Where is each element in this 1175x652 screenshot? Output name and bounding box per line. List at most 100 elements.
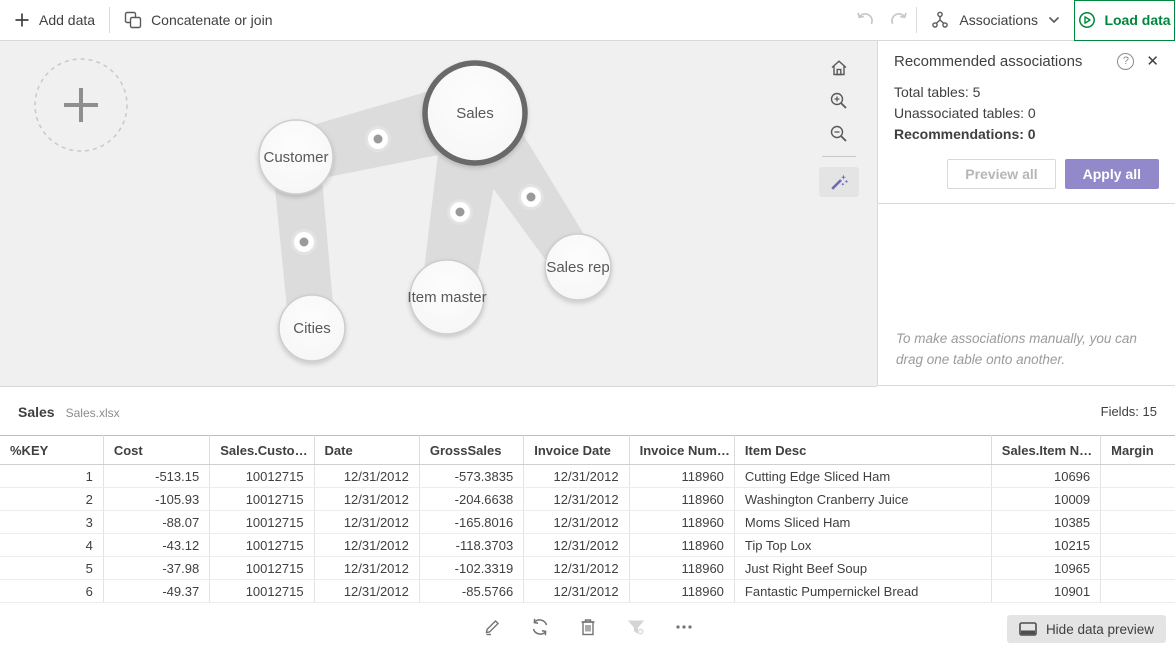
column-header[interactable]: Date [314,436,419,465]
edit-table-button[interactable] [481,616,503,638]
table-cell: 12/31/2012 [524,580,629,603]
table-cell: 12/31/2012 [524,488,629,511]
preview-table-name: Sales [18,404,55,420]
column-header[interactable]: Sales.Custo… [210,436,314,465]
data-preview-section: Sales Sales.xlsx Fields: 15 %KEYCostSale… [0,388,1175,652]
undo-button[interactable] [848,0,882,40]
table-bubble-cities[interactable]: Cities [279,295,345,361]
ellipsis-icon [674,617,694,637]
close-icon[interactable]: ✕ [1146,52,1159,70]
table-cell: 12/31/2012 [524,511,629,534]
table-cell: 10012715 [210,580,314,603]
table-row: 6-49.371001271512/31/2012-85.576612/31/2… [0,580,1175,603]
recommendations-wand-button[interactable] [819,167,859,197]
link-handle [365,126,391,152]
canvas-controls [819,51,859,197]
table-bubble-sales-rep[interactable]: Sales rep [545,234,611,300]
column-header[interactable]: Cost [103,436,209,465]
hide-data-preview-button[interactable]: Hide data preview [1007,615,1166,643]
table-bubble-label: Sales rep [546,259,609,276]
table-cell: 10012715 [210,511,314,534]
column-header[interactable]: GrossSales [419,436,523,465]
clear-filters-button[interactable] [625,616,647,638]
table-bubble-sales[interactable]: Sales [425,63,525,163]
table-cell: 10009 [991,488,1100,511]
table-cell: 12/31/2012 [314,534,419,557]
add-data-button[interactable]: Add data [0,0,109,40]
concatenate-or-join-button[interactable]: Concatenate or join [110,0,286,40]
preview-header: Sales Sales.xlsx Fields: 15 [0,388,1175,435]
zoom-out-icon [829,124,849,144]
table-cell: 10012715 [210,534,314,557]
home-button[interactable] [819,51,859,84]
chevron-down-icon [1048,16,1060,24]
table-cell: -88.07 [103,511,209,534]
add-table-placeholder[interactable] [35,59,127,151]
association-canvas[interactable]: Customer Cities Item master Sales rep [0,41,877,387]
table-cell: 118960 [629,534,734,557]
table-cell: 118960 [629,557,734,580]
table-cell: -573.3835 [419,465,523,488]
table-cell: Just Right Beef Soup [734,557,991,580]
table-cell: 2 [0,488,103,511]
reload-table-button[interactable] [529,616,551,638]
more-options-button[interactable] [673,616,695,638]
link-handle [447,199,473,225]
undo-icon [855,10,875,30]
load-data-button[interactable]: Load data [1074,0,1175,41]
table-cell [1101,534,1175,557]
table-cell: 118960 [629,511,734,534]
recommended-associations-panel: Recommended associations ? ✕ Total table… [877,41,1175,386]
preview-all-button[interactable]: Preview all [947,159,1055,189]
table-row: 5-37.981001271512/31/2012-102.331912/31/… [0,557,1175,580]
filter-clear-icon [626,617,646,637]
zoom-in-button[interactable] [819,84,859,117]
load-data-label: Load data [1104,12,1170,28]
table-bubble-customer[interactable]: Customer [259,120,333,194]
table-cell: -105.93 [103,488,209,511]
table-cell: -37.98 [103,557,209,580]
table-cell: -49.37 [103,580,209,603]
preview-file-name: Sales.xlsx [66,404,120,420]
column-header[interactable]: Margin [1101,436,1175,465]
plus-icon [14,12,30,28]
column-header[interactable]: %KEY [0,436,103,465]
zoom-out-button[interactable] [819,117,859,150]
table-cell [1101,511,1175,534]
recommendations-stat: Recommendations: 0 [894,124,1159,145]
panel-title: Recommended associations [894,53,1082,70]
table-cell: -204.6638 [419,488,523,511]
redo-icon [889,10,909,30]
table-cell: 10012715 [210,557,314,580]
concatenate-label: Concatenate or join [151,12,272,28]
redo-button[interactable] [882,0,916,40]
table-bubble-label: Customer [263,149,328,166]
column-header[interactable]: Item Desc [734,436,991,465]
table-cell: 6 [0,580,103,603]
manual-association-hint: To make associations manually, you can d… [878,329,1175,385]
data-manager-app: Add data Concatenate or join [0,0,1175,652]
delete-table-button[interactable] [577,616,599,638]
table-cell: 10901 [991,580,1100,603]
panel-body: To make associations manually, you can d… [878,204,1175,385]
table-cell: 12/31/2012 [314,511,419,534]
column-header[interactable]: Invoice Num… [629,436,734,465]
table-cell: 10696 [991,465,1100,488]
apply-all-button[interactable]: Apply all [1065,159,1159,189]
table-row: 1-513.151001271512/31/2012-573.383512/31… [0,465,1175,488]
table-cell: 4 [0,534,103,557]
table-cell: 5 [0,557,103,580]
column-header[interactable]: Invoice Date [524,436,629,465]
unassociated-tables-stat: Unassociated tables: 0 [894,103,1159,124]
table-cell: -43.12 [103,534,209,557]
zoom-in-icon [829,91,849,111]
column-header[interactable]: Sales.Item N… [991,436,1100,465]
table-cell: 12/31/2012 [314,557,419,580]
table-cell: 12/31/2012 [524,465,629,488]
table-cell: 10385 [991,511,1100,534]
table-cell: 3 [0,511,103,534]
associations-dropdown[interactable]: Associations [917,0,1074,40]
help-icon[interactable]: ? [1117,53,1134,70]
table-cell: 1 [0,465,103,488]
table-row: 2-105.931001271512/31/2012-204.663812/31… [0,488,1175,511]
